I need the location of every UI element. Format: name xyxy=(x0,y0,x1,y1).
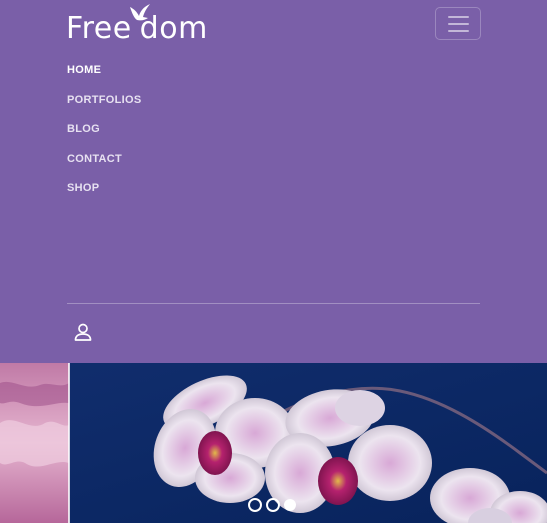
brand-name-part1: Free xyxy=(66,11,132,46)
menu-toggle-button[interactable] xyxy=(435,7,481,40)
nav-item-blog[interactable]: BLOG xyxy=(67,122,100,136)
header: Free dom HOME PORTFOLIOS BLOG CONTACT SHO… xyxy=(0,0,547,364)
bird-icon xyxy=(130,4,150,21)
nav-item-shop[interactable]: SHOP xyxy=(67,181,99,195)
slider-dot-active[interactable] xyxy=(284,499,296,511)
user-icon[interactable] xyxy=(73,322,93,342)
brand-logo[interactable]: Free dom xyxy=(66,4,208,49)
nav-item-home[interactable]: HOME xyxy=(67,63,101,77)
slider-dot[interactable] xyxy=(266,498,280,512)
slider-dots xyxy=(248,498,296,512)
main-nav: HOME PORTFOLIOS BLOG CONTACT SHOP xyxy=(67,60,142,208)
nav-item-portfolios[interactable]: PORTFOLIOS xyxy=(67,93,142,107)
nav-divider xyxy=(67,303,480,304)
hamburger-icon xyxy=(447,15,469,18)
slider-dot[interactable] xyxy=(248,498,262,512)
nav-item-contact[interactable]: CONTACT xyxy=(67,152,122,166)
